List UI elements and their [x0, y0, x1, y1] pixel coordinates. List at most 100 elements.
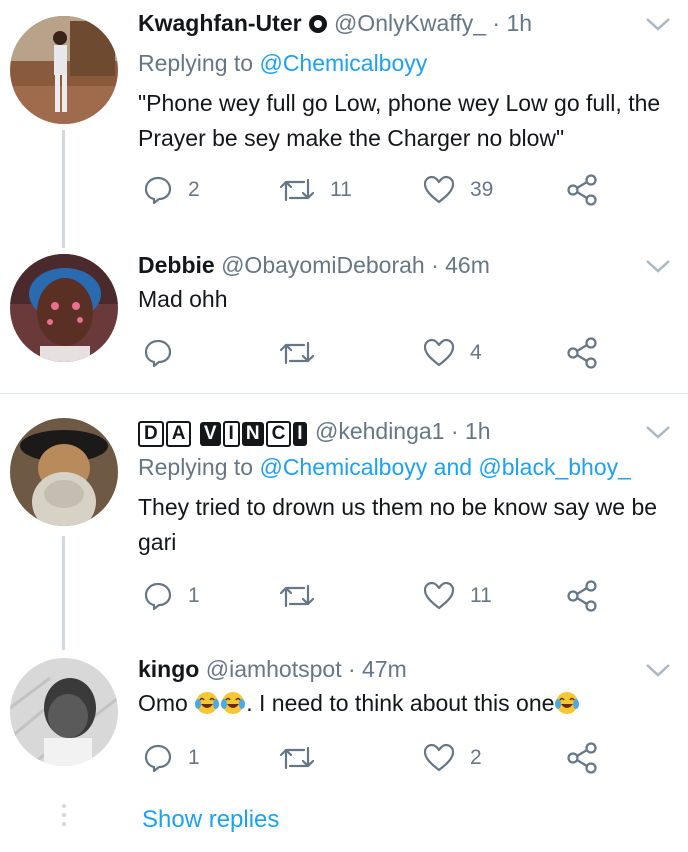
tweet-text-part: . I need to think about this one	[246, 690, 555, 716]
reply-button[interactable]: 2	[142, 170, 200, 210]
name-badge-letter: V	[199, 422, 221, 446]
user-handle[interactable]: @OnlyKwaffy_	[334, 10, 486, 36]
separator-dot: ·	[492, 10, 501, 36]
tweet-text: Mad ohh	[138, 286, 228, 312]
retweet-button[interactable]	[278, 738, 330, 778]
mention-and: and	[433, 454, 473, 480]
tweet-header: Debbie @ObayomiDeborah · 46m	[138, 250, 628, 280]
reply-count: 2	[188, 178, 200, 201]
tweet-actions: 2 11 39	[138, 170, 608, 210]
mention-link[interactable]: @Chemicalboyy	[259, 454, 427, 480]
timestamp[interactable]: 46m	[445, 252, 490, 278]
retweet-icon	[279, 341, 315, 365]
share-button[interactable]	[566, 170, 600, 210]
reply-button[interactable]: 1	[142, 738, 200, 778]
reply-count: 1	[188, 746, 200, 769]
reply-button[interactable]: 1	[142, 576, 200, 616]
avatar[interactable]	[10, 418, 118, 526]
timestamp[interactable]: 1h	[506, 10, 532, 36]
reply-icon	[144, 582, 172, 611]
tweet-text: They tried to drown us them no be know s…	[138, 494, 658, 555]
share-button[interactable]	[566, 333, 600, 373]
chevron-down-icon[interactable]	[644, 256, 672, 276]
thread-line	[62, 130, 65, 248]
tweet-text: Omo . I need to think about this one	[138, 686, 666, 721]
more-replies-dots	[62, 804, 66, 831]
like-count: 4	[470, 341, 482, 364]
avatar[interactable]	[10, 16, 118, 124]
chevron-down-icon[interactable]	[644, 660, 672, 680]
replying-to: Replying to @Chemicalboyy	[138, 48, 427, 78]
display-name[interactable]: kingo	[138, 656, 199, 682]
timestamp[interactable]: 47m	[362, 656, 407, 682]
retweet-count: 11	[330, 178, 352, 201]
name-badge-letter: D	[138, 421, 164, 447]
separator-dot: ·	[347, 656, 356, 682]
share-button[interactable]	[566, 738, 600, 778]
tweet-header: kingo @iamhotspot · 47m	[138, 654, 628, 684]
tweet-actions: 1 2	[138, 738, 608, 778]
reply-icon	[144, 176, 172, 205]
tweet-4[interactable]: kingo @iamhotspot · 47m Omo . I need to …	[0, 644, 688, 826]
name-badge-letter: I	[293, 422, 307, 446]
name-badge-letter: A	[165, 421, 192, 447]
like-icon	[423, 338, 455, 367]
tweet-header: DA VINCI @kehdinga1 · 1h	[138, 416, 628, 447]
display-name[interactable]: Debbie	[138, 252, 215, 278]
replying-to: Replying to @Chemicalboyy and @black_bho…	[138, 452, 631, 482]
like-count: 2	[470, 746, 482, 769]
share-icon	[567, 337, 597, 369]
like-count: 11	[470, 584, 492, 607]
retweet-button[interactable]	[278, 333, 330, 373]
like-icon	[423, 743, 455, 772]
face-with-tears-of-joy-icon	[555, 692, 580, 714]
like-count: 39	[470, 178, 494, 201]
reply-icon	[144, 339, 172, 368]
face-with-tears-of-joy-icon	[221, 692, 246, 714]
like-button[interactable]: 2	[422, 738, 482, 778]
separator-dot: ·	[450, 418, 459, 444]
name-badge-letter: C	[265, 421, 292, 447]
user-handle[interactable]: @iamhotspot	[206, 656, 342, 682]
retweet-icon	[279, 746, 315, 770]
mention-link[interactable]: @black_bhoy_	[478, 454, 631, 480]
like-button[interactable]: 39	[422, 170, 493, 210]
user-handle[interactable]: @kehdinga1	[315, 418, 445, 444]
like-button[interactable]: 4	[422, 333, 482, 373]
retweet-button[interactable]	[278, 576, 330, 616]
display-name[interactable]: DA VINCI	[138, 418, 315, 447]
replying-to-label: Replying to	[138, 454, 254, 480]
mention-link[interactable]: @Chemicalboyy	[259, 50, 427, 76]
retweet-icon	[279, 584, 315, 608]
show-replies-link[interactable]: Show replies	[142, 806, 279, 834]
avatar[interactable]	[10, 254, 118, 362]
verified-badge-icon	[308, 11, 328, 41]
tweet-3[interactable]: DA VINCI @kehdinga1 · 1h Replying to @Ch…	[0, 394, 688, 650]
retweet-button[interactable]: 11	[278, 170, 352, 210]
display-name[interactable]: Kwaghfan-Uter	[138, 10, 302, 36]
like-button[interactable]: 11	[422, 576, 492, 616]
separator-dot: ·	[431, 252, 439, 278]
timestamp[interactable]: 1h	[465, 418, 491, 444]
tweet-1[interactable]: Kwaghfan-Uter @OnlyKwaffy_ · 1h Replying…	[0, 0, 688, 248]
face-with-tears-of-joy-icon	[195, 692, 220, 714]
share-button[interactable]	[566, 576, 600, 616]
like-icon	[423, 175, 455, 204]
user-handle[interactable]: @ObayomiDeborah	[221, 252, 425, 278]
tweet-2[interactable]: Debbie @ObayomiDeborah · 46m Mad ohh 4	[0, 238, 688, 392]
share-icon	[567, 580, 597, 612]
reply-icon	[144, 744, 172, 773]
reply-count: 1	[188, 584, 200, 607]
tweet-text: "Phone wey full go Low, phone wey Low go…	[138, 90, 661, 151]
tweet-header: Kwaghfan-Uter @OnlyKwaffy_ · 1h	[138, 8, 628, 41]
share-icon	[567, 174, 597, 206]
reply-button[interactable]	[142, 333, 188, 373]
thread-line	[62, 536, 65, 650]
share-icon	[567, 742, 597, 774]
retweet-icon	[279, 178, 315, 202]
chevron-down-icon[interactable]	[644, 14, 672, 34]
name-badge-letter: I	[222, 421, 240, 447]
avatar[interactable]	[10, 658, 118, 766]
chevron-down-icon[interactable]	[644, 422, 672, 442]
tweet-text-part: Omo	[138, 690, 195, 716]
